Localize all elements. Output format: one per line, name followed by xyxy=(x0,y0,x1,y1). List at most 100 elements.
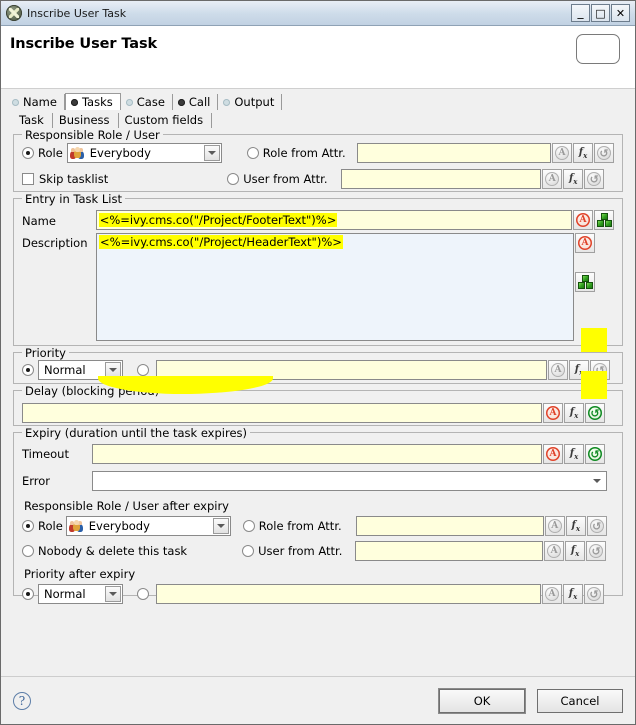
tab-output[interactable]: Output xyxy=(218,94,283,110)
timeout-buttons: A fx ↺ xyxy=(542,444,605,464)
subtab-business[interactable]: Business xyxy=(53,113,119,128)
responsible-after-expiry-label: Responsible Role / User after expiry xyxy=(24,499,229,513)
expiry-role-radio[interactable] xyxy=(22,520,34,532)
main-tabstrip: Name Tasks Case Call Output xyxy=(1,89,635,110)
reset-button[interactable]: ↺ xyxy=(586,541,607,561)
expiry-priority-expression-radio[interactable] xyxy=(137,588,149,600)
reset-button[interactable]: ↺ xyxy=(584,169,605,189)
cms-a-icon: A xyxy=(546,447,560,461)
priority-expression-radio[interactable] xyxy=(137,364,149,376)
nobody-delete-task-radio[interactable] xyxy=(22,545,34,557)
error-label: Error xyxy=(22,474,51,488)
role-from-attr-input[interactable] xyxy=(357,143,552,163)
reset-circle-icon: ↺ xyxy=(588,447,602,461)
subtab-task[interactable]: Task xyxy=(13,113,53,128)
expiry-priority-expression-input[interactable] xyxy=(156,584,541,604)
role-radio[interactable] xyxy=(22,147,34,159)
group-legend: Priority xyxy=(22,346,69,360)
formula-button[interactable]: fx xyxy=(564,403,584,423)
priority-buttons: A fx ↺ xyxy=(547,360,610,380)
fx-icon: fx xyxy=(568,172,578,186)
error-combo[interactable] xyxy=(92,471,607,491)
inscribe-user-task-dialog: Inscribe User Task _ □ ✕ Inscribe User T… xyxy=(0,0,636,725)
page-title: Inscribe User Task xyxy=(10,36,158,52)
chevron-down-icon[interactable] xyxy=(203,145,220,161)
reset-button[interactable]: ↺ xyxy=(585,403,605,423)
cms-button[interactable]: A xyxy=(543,444,563,464)
expiry-priority-combo[interactable]: Normal xyxy=(38,584,123,604)
cms-button[interactable]: A xyxy=(542,169,563,189)
reset-button[interactable]: ↺ xyxy=(584,584,604,604)
fx-icon: fx xyxy=(571,519,581,533)
formula-button[interactable]: fx xyxy=(569,360,589,380)
user-from-attr-radio[interactable] xyxy=(227,173,240,185)
ok-button[interactable]: OK xyxy=(439,688,525,713)
tab-tasks[interactable]: Tasks xyxy=(64,93,121,110)
priority-expression-input[interactable] xyxy=(156,360,547,380)
window-title: Inscribe User Task xyxy=(27,6,127,20)
formula-button[interactable]: fx xyxy=(563,169,584,189)
delay-group: Delay (blocking period) A fx ↺ xyxy=(13,384,623,426)
chevron-down-icon[interactable] xyxy=(105,362,121,378)
fx-icon: fx xyxy=(569,447,579,461)
cms-button[interactable]: A xyxy=(575,233,595,253)
cms-button[interactable]: A xyxy=(542,584,562,604)
reset-button[interactable]: ↺ xyxy=(590,360,610,380)
expiry-priority-preset-radio[interactable] xyxy=(22,588,34,600)
tab-name[interactable]: Name xyxy=(7,94,65,110)
expiry-role-from-attr-input[interactable] xyxy=(355,516,544,536)
cms-button[interactable]: A xyxy=(544,516,565,536)
task-name-input[interactable]: <%=ivy.cms.co("/Project/FooterText")%> xyxy=(95,210,572,230)
timeout-input[interactable] xyxy=(92,444,542,464)
role-combo[interactable]: Everybody xyxy=(66,143,222,163)
close-button[interactable]: ✕ xyxy=(611,4,630,22)
cms-button[interactable]: A xyxy=(573,210,593,230)
minimize-button[interactable]: _ xyxy=(571,4,590,22)
tab-call[interactable]: Call xyxy=(173,94,219,110)
chevron-down-icon[interactable] xyxy=(105,586,121,602)
expiry-role-from-attr-radio[interactable] xyxy=(242,520,255,532)
bullet-icon xyxy=(223,98,231,106)
role-from-attr-radio[interactable] xyxy=(246,147,259,159)
expiry-user-from-attr-input[interactable] xyxy=(355,541,544,561)
cms-a-icon: A xyxy=(547,519,562,533)
reset-circle-icon: ↺ xyxy=(597,146,612,160)
cms-content-object-button[interactable] xyxy=(575,272,595,292)
cancel-button[interactable]: Cancel xyxy=(537,688,623,713)
formula-button[interactable]: fx xyxy=(565,516,586,536)
window-titlebar: Inscribe User Task _ □ ✕ xyxy=(1,1,635,26)
chevron-down-icon[interactable] xyxy=(212,518,229,534)
reset-button[interactable]: ↺ xyxy=(586,516,607,536)
cms-button[interactable]: A xyxy=(552,143,573,163)
reset-circle-icon: ↺ xyxy=(588,406,602,420)
skip-tasklist-checkbox[interactable] xyxy=(22,173,34,185)
cms-button[interactable]: A xyxy=(548,360,568,380)
group-legend: Responsible Role / User xyxy=(22,128,163,142)
help-icon[interactable]: ? xyxy=(13,691,31,710)
timeout-label: Timeout xyxy=(22,447,69,461)
formula-button[interactable]: fx xyxy=(573,143,594,163)
fx-icon: fx xyxy=(568,587,578,601)
maximize-button[interactable]: □ xyxy=(591,4,610,22)
expiry-user-from-attr-radio[interactable] xyxy=(242,545,255,557)
tab-case[interactable]: Case xyxy=(121,94,173,110)
cms-button[interactable]: A xyxy=(544,541,565,561)
reset-button[interactable]: ↺ xyxy=(585,444,605,464)
formula-button[interactable]: fx xyxy=(564,444,584,464)
entry-in-task-list-group: Entry in Task List Name <%=ivy.cms.co("/… xyxy=(13,192,623,346)
user-from-attr-input[interactable] xyxy=(341,169,542,189)
delay-input[interactable] xyxy=(22,403,542,423)
task-description-buttons: A xyxy=(574,233,595,292)
task-description-input[interactable]: <%=ivy.cms.co("/Project/HeaderText")%> xyxy=(96,233,574,341)
expiry-role-combo[interactable]: Everybody xyxy=(65,516,231,536)
cms-button[interactable]: A xyxy=(543,403,563,423)
reset-button[interactable]: ↺ xyxy=(594,143,615,163)
cms-content-object-button[interactable] xyxy=(594,210,614,230)
priority-combo[interactable]: Normal xyxy=(38,360,123,380)
subtab-custom-fields[interactable]: Custom fields xyxy=(119,113,213,128)
priority-preset-radio[interactable] xyxy=(22,364,34,376)
formula-button[interactable]: fx xyxy=(563,584,583,604)
formula-button[interactable]: fx xyxy=(565,541,586,561)
chevron-down-icon[interactable] xyxy=(589,473,605,489)
priority-combo-value: Normal xyxy=(44,363,86,377)
